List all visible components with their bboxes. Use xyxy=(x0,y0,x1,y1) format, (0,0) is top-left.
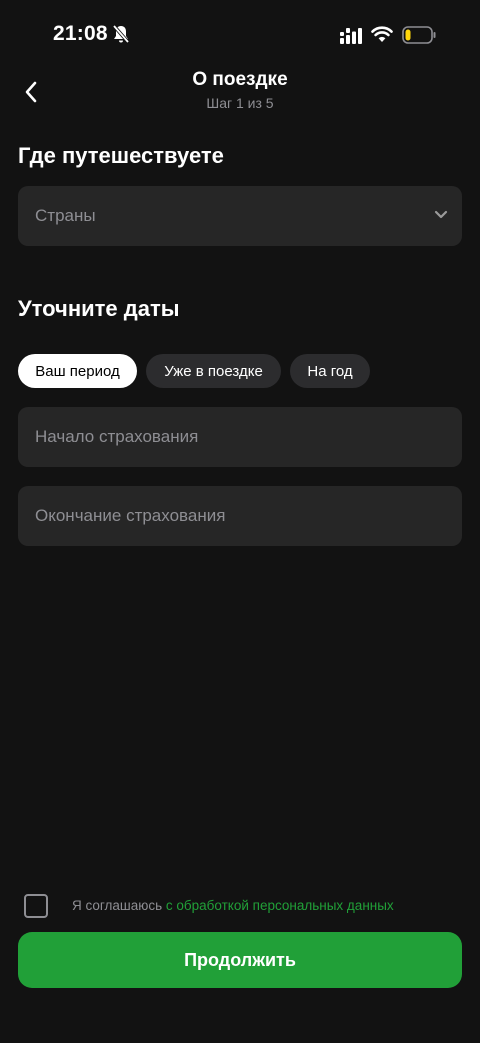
tab-already-traveling[interactable]: Уже в поездке xyxy=(146,354,281,388)
continue-button[interactable]: Продолжить xyxy=(18,932,462,988)
end-date-field[interactable]: Окончание страхования xyxy=(18,486,462,546)
status-bar: 21:08 xyxy=(0,0,480,70)
countries-placeholder: Страны xyxy=(35,206,96,225)
status-time: 21:08 xyxy=(53,22,108,45)
end-date-placeholder: Окончание страхования xyxy=(35,506,226,525)
start-date-field[interactable]: Начало страхования xyxy=(18,407,462,467)
header: О поездке Шаг 1 из 5 xyxy=(0,65,480,117)
destination-title: Где путешествуете xyxy=(18,143,224,168)
battery-icon xyxy=(402,26,436,44)
consent-label: Я соглашаюсь xyxy=(72,898,166,913)
chevron-down-icon xyxy=(434,210,448,219)
personal-data-link[interactable]: с обработкой персональных данных xyxy=(166,898,394,913)
bell-slash-icon xyxy=(112,24,130,44)
page-title: О поездке xyxy=(192,69,288,90)
dates-title: Уточните даты xyxy=(18,296,180,321)
signal-icon xyxy=(340,28,362,44)
consent-text: Я соглашаюсь с обработкой персональных д… xyxy=(72,898,394,913)
countries-select[interactable]: Страны xyxy=(18,186,462,246)
tab-your-period[interactable]: Ваш период xyxy=(18,354,137,388)
start-date-placeholder: Начало страхования xyxy=(35,427,199,446)
step-indicator: Шаг 1 из 5 xyxy=(206,95,274,111)
tab-annual[interactable]: На год xyxy=(290,354,370,388)
consent-checkbox[interactable] xyxy=(24,894,48,918)
wifi-icon xyxy=(371,26,393,42)
consent-row: Я соглашаюсь с обработкой персональных д… xyxy=(24,894,464,918)
